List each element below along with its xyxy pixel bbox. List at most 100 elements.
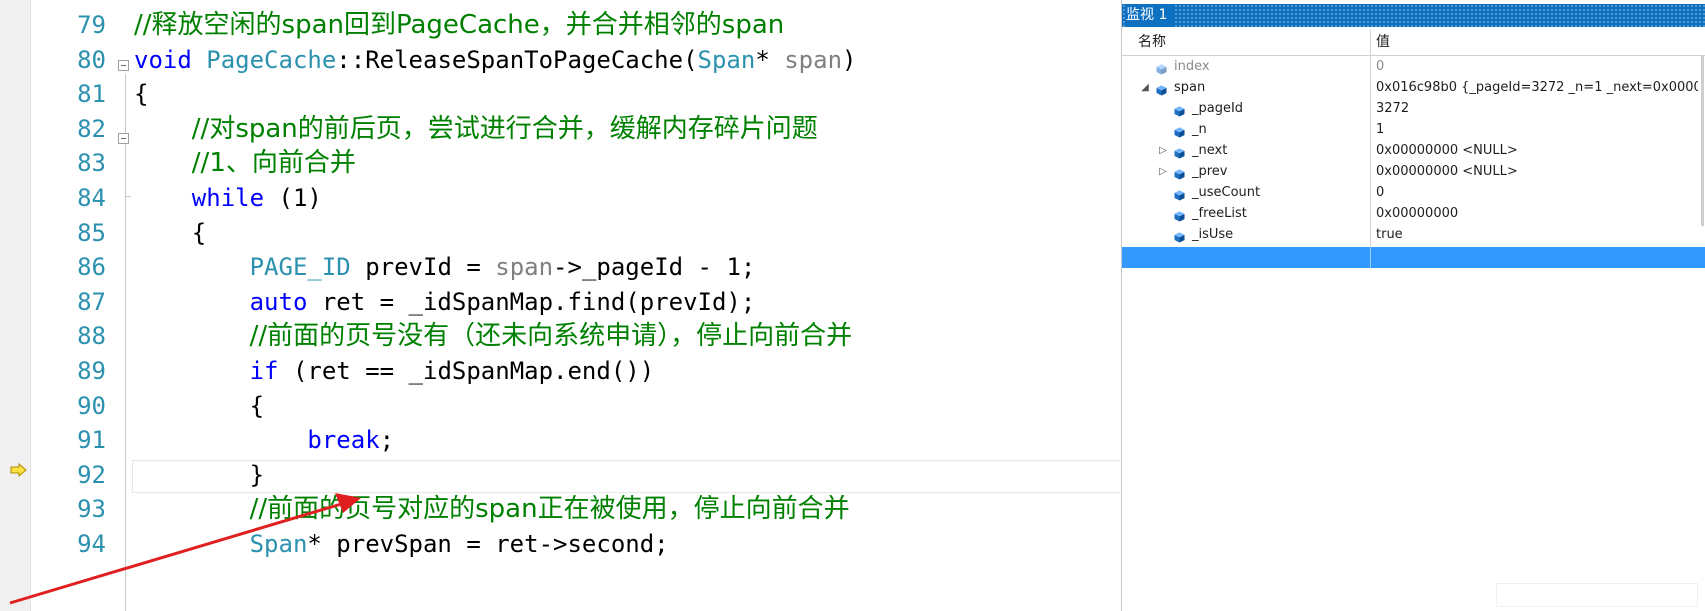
- watch-value[interactable]: 0: [1376, 182, 1698, 203]
- watch-column-header: 名称 值: [1122, 29, 1705, 56]
- watch-name: _next: [1192, 143, 1228, 158]
- code-comment: //对span的前后页，尝试进行合并，缓解内存碎片问题: [191, 113, 818, 144]
- status-blank: [1496, 583, 1698, 607]
- code-type: Span: [697, 45, 756, 74]
- watch-row-pageId[interactable]: _pageId 3272: [1122, 98, 1705, 119]
- watch-value[interactable]: true: [1376, 224, 1698, 245]
- code-comment: //前面的页号没有（还未向系统申请），停止向前合并: [249, 321, 853, 352]
- field-icon: [1174, 187, 1185, 201]
- code-type: PAGE_ID: [249, 253, 351, 282]
- watch-row-span[interactable]: ◢ span 0x016c98b0 {_pageId=3272 _n=1 _next…: [1122, 77, 1705, 98]
- line-number: 86: [77, 253, 106, 282]
- watch-row-selected-empty[interactable]: [1122, 247, 1705, 268]
- expand-arrow-icon[interactable]: ▷: [1158, 161, 1168, 182]
- code-comment: //前面的页号对应的span正在被使用，停止向前合并: [249, 494, 850, 525]
- line-number: 89: [77, 357, 106, 385]
- code-token: {: [134, 391, 265, 420]
- watch-value[interactable]: 0: [1376, 56, 1698, 77]
- line-number: 94: [77, 530, 106, 558]
- watch-value[interactable]: 0x00000000 <NULL>: [1376, 161, 1698, 182]
- code-text: //前面的页号对应的span正在被使用，停止向前合并: [134, 491, 850, 528]
- field-icon: [1174, 103, 1185, 117]
- watch-title: 监视 1: [1126, 4, 1176, 27]
- watch-row-freeList[interactable]: _freeList 0x00000000: [1122, 203, 1705, 224]
- watch-value[interactable]: 0x00000000: [1376, 203, 1698, 224]
- field-icon: [1156, 82, 1167, 96]
- watch-row-useCount[interactable]: _useCount 0: [1122, 182, 1705, 203]
- line-number: 92: [77, 460, 106, 489]
- line-number: 90: [77, 391, 106, 420]
- field-icon: [1174, 208, 1185, 222]
- line-number: 85: [77, 218, 106, 247]
- watch-name: _isUse: [1192, 227, 1234, 242]
- code-editor[interactable]: 79 //释放空闲的span回到PageCache，并合并相邻的span 80 voi…: [0, 0, 1122, 611]
- watch-name: _pageId: [1192, 101, 1244, 116]
- code-text: Span* prevSpan = ret->second;: [134, 526, 669, 563]
- code-text: //释放空闲的span回到PageCache，并合并相邻的span: [134, 7, 784, 44]
- line-number: 82: [77, 114, 106, 143]
- code-token: *: [755, 45, 785, 74]
- outline-guide-end: [125, 196, 131, 197]
- code-token: }: [134, 460, 265, 489]
- code-comment: //1、向前合并: [191, 148, 356, 179]
- outline-guide: [125, 74, 126, 611]
- collapse-toggle-line-82[interactable]: [118, 133, 129, 144]
- line-number: 93: [77, 495, 106, 524]
- current-statement-arrow-icon: [10, 463, 27, 477]
- scrollbar[interactable]: [1701, 56, 1704, 226]
- field-icon: [1174, 229, 1185, 243]
- code-text: {: [134, 215, 206, 252]
- watch-row-next[interactable]: ▷ _next 0x00000000 <NULL>: [1122, 140, 1705, 161]
- code-keyword: if: [249, 357, 279, 385]
- code-type: PageCache: [206, 45, 337, 74]
- field-icon: [1156, 61, 1167, 75]
- column-header-name[interactable]: 名称: [1138, 29, 1166, 55]
- watch-name: _useCount: [1192, 185, 1261, 200]
- line-number: 87: [77, 287, 106, 316]
- code-text: //1、向前合并: [134, 145, 356, 182]
- code-token: (1): [264, 184, 322, 212]
- current-line-highlight: [132, 460, 1122, 493]
- code-type: Span: [249, 530, 308, 558]
- code-token: {: [134, 80, 149, 109]
- code-text: {: [134, 76, 148, 113]
- code-parameter: span: [495, 253, 554, 282]
- watch-value[interactable]: 0x016c98b0 {_pageId=3272 _n=1 _next=0x00…: [1376, 77, 1698, 98]
- code-text: //前面的页号没有（还未向系统申请），停止向前合并: [134, 318, 853, 355]
- watch-value[interactable]: 3272: [1376, 98, 1698, 119]
- code-token: * prevSpan = ret->second;: [307, 530, 669, 558]
- code-text: auto ret = _idSpanMap.find(prevId);: [134, 284, 756, 321]
- code-token: ::ReleaseSpanToPageCache(: [336, 45, 698, 74]
- watch-row-isUse[interactable]: _isUse true: [1122, 224, 1705, 245]
- column-header-value[interactable]: 值: [1376, 29, 1390, 55]
- watch-value[interactable]: 0x00000000 <NULL>: [1376, 140, 1698, 161]
- code-text: }: [134, 457, 264, 494]
- indicator-margin[interactable]: [0, 0, 31, 611]
- watch-row-index[interactable]: index 0: [1122, 56, 1705, 77]
- watch-title-bar[interactable]: 监视 1: [1122, 4, 1705, 27]
- line-number: 84: [77, 184, 106, 212]
- expand-arrow-icon[interactable]: ▷: [1158, 140, 1168, 161]
- watch-rows: index 0 ◢ span 0x016c98b0 {_pageId=3272 _n=1…: [1122, 56, 1705, 245]
- watch-row-prev[interactable]: ▷ _prev 0x00000000 <NULL>: [1122, 161, 1705, 182]
- code-text: if (ret == _idSpanMap.end()): [134, 353, 655, 390]
- watch-name: _prev: [1192, 164, 1228, 179]
- collapse-toggle-line-80[interactable]: [118, 60, 129, 71]
- collapse-arrow-icon[interactable]: ◢: [1140, 77, 1150, 98]
- code-text: while (1): [134, 180, 322, 217]
- watch-row-n[interactable]: _n 1: [1122, 119, 1705, 140]
- field-icon: [1174, 124, 1185, 138]
- line-number: 80: [77, 45, 106, 74]
- watch-name: index: [1174, 59, 1210, 74]
- watch-value[interactable]: 1: [1376, 119, 1698, 140]
- code-text: //对span的前后页，尝试进行合并，缓解内存碎片问题: [134, 111, 818, 148]
- line-number: 81: [77, 80, 106, 109]
- code-keyword: auto: [249, 287, 308, 316]
